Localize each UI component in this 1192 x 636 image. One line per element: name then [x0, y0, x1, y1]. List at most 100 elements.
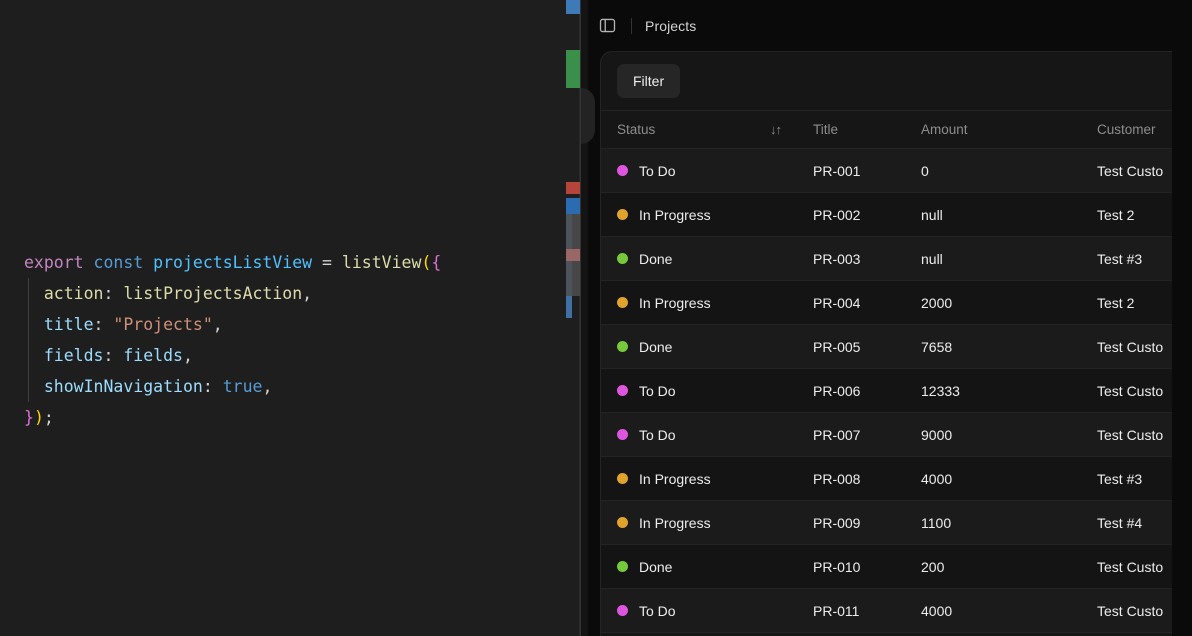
table-body: To Do PR-001 0 Test Custo In Progress PR-002 n…: [601, 148, 1172, 633]
status-dot-icon: [617, 165, 628, 176]
table-row[interactable]: To Do PR-006 12333 Test Custo: [601, 368, 1172, 413]
cell-status: In Progress: [601, 456, 797, 501]
cell-title: PR-004: [797, 280, 905, 325]
table-row[interactable]: To Do PR-007 9000 Test Custo: [601, 412, 1172, 457]
code-token: action: [43, 284, 104, 303]
status-dot-icon: [617, 561, 628, 572]
column-header-status[interactable]: Status ↓↑: [601, 110, 797, 149]
cell-status: To Do: [601, 588, 797, 633]
pane-splitter[interactable]: [580, 0, 595, 636]
panel-left-icon[interactable]: [596, 15, 618, 37]
table-row[interactable]: Done PR-010 200 Test Custo: [601, 544, 1172, 589]
status-dot-icon: [617, 517, 628, 528]
preview-panel: Projects Filter Status ↓↑ Title Amount Custo…: [580, 0, 1192, 636]
column-header-label: Title: [813, 122, 839, 137]
status-label: To Do: [639, 602, 676, 619]
code-token: {: [431, 253, 442, 272]
ruler-marker: [566, 249, 580, 261]
sort-toggle-icon[interactable]: ↓↑: [770, 123, 782, 136]
code-token: :: [103, 346, 114, 365]
cell-amount: 2000: [905, 280, 1081, 325]
editor-overview-ruler[interactable]: [566, 0, 580, 636]
status-label: To Do: [639, 382, 676, 399]
cell-amount: 12333: [905, 368, 1081, 413]
code-line: action: listProjectsAction,: [24, 278, 312, 309]
ruler-marker: [566, 182, 580, 194]
code-token: :: [202, 377, 213, 396]
status-label: To Do: [639, 162, 676, 179]
cell-customer: Test Custo: [1081, 148, 1172, 193]
filter-button[interactable]: Filter: [617, 64, 681, 98]
column-header-amount: Amount: [905, 110, 1081, 149]
ruler-marker: [566, 50, 580, 88]
column-header-customer: Customer: [1081, 110, 1172, 149]
table-row[interactable]: Done PR-005 7658 Test Custo: [601, 324, 1172, 369]
projects-table-card: Filter Status ↓↑ Title Amount Customer To Do…: [600, 51, 1172, 636]
status-label: In Progress: [639, 470, 711, 487]
cell-customer: Test #3: [1081, 456, 1172, 501]
cell-title: PR-008: [797, 456, 905, 501]
status-label: In Progress: [639, 514, 711, 531]
cell-amount: 4000: [905, 456, 1081, 501]
status-dot-icon: [617, 341, 628, 352]
cell-title: PR-006: [797, 368, 905, 413]
cell-amount: 9000: [905, 412, 1081, 457]
table-row[interactable]: Done PR-003 null Test #3: [601, 236, 1172, 281]
status-dot-icon: [617, 297, 628, 308]
cell-title: PR-002: [797, 192, 905, 237]
status-dot-icon: [617, 385, 628, 396]
status-dot-icon: [617, 429, 628, 440]
table-row[interactable]: In Progress PR-004 2000 Test 2: [601, 280, 1172, 325]
cell-amount: 1100: [905, 500, 1081, 545]
cell-customer: Test #3: [1081, 236, 1172, 281]
column-header-title: Title: [797, 110, 905, 149]
code-token: listView: [341, 253, 422, 272]
code-token: listProjectsAction: [123, 284, 303, 303]
code-token: fields: [123, 346, 183, 365]
table-toolbar: Filter: [601, 52, 1172, 110]
table-row[interactable]: In Progress PR-009 1100 Test #4: [601, 500, 1172, 545]
table-row[interactable]: To Do PR-011 4000 Test Custo: [601, 588, 1172, 633]
code-token: const: [93, 253, 144, 272]
code-token: ,: [262, 377, 273, 396]
code-token: fields: [43, 346, 104, 365]
breadcrumb[interactable]: Projects: [645, 18, 696, 34]
status-label: Done: [639, 338, 673, 355]
cell-amount: 200: [905, 544, 1081, 589]
cell-status: To Do: [601, 412, 797, 457]
table-row[interactable]: In Progress PR-002 null Test 2: [601, 192, 1172, 237]
code-token: "Projects": [113, 315, 213, 334]
code-token: ;: [43, 408, 54, 427]
code-editor-pane[interactable]: export const projectsListView = listView…: [0, 0, 580, 636]
cell-title: PR-011: [797, 588, 905, 633]
table-row[interactable]: To Do PR-001 0 Test Custo: [601, 148, 1172, 193]
cell-customer: Test Custo: [1081, 544, 1172, 589]
table-header: Status ↓↑ Title Amount Customer: [601, 110, 1172, 149]
code-line: showInNavigation: true,: [24, 371, 273, 402]
cell-status: In Progress: [601, 280, 797, 325]
status-label: To Do: [639, 426, 676, 443]
status-dot-icon: [617, 253, 628, 264]
cell-title: PR-001: [797, 148, 905, 193]
code-token: title: [43, 315, 94, 334]
table-row[interactable]: In Progress PR-008 4000 Test #3: [601, 456, 1172, 501]
cell-status: In Progress: [601, 500, 797, 545]
cell-title: PR-003: [797, 236, 905, 281]
cell-title: PR-009: [797, 500, 905, 545]
status-label: Done: [639, 250, 673, 267]
cell-customer: Test Custo: [1081, 588, 1172, 633]
ruler-marker: [566, 0, 580, 14]
table-header-row: Status ↓↑ Title Amount Customer: [601, 110, 1172, 149]
code-text-area[interactable]: export const projectsListView = listView…: [0, 0, 580, 636]
cell-customer: Test Custo: [1081, 412, 1172, 457]
splitter-grip[interactable]: [581, 88, 595, 144]
status-dot-icon: [617, 209, 628, 220]
cell-status: To Do: [601, 368, 797, 413]
status-label: In Progress: [639, 294, 711, 311]
